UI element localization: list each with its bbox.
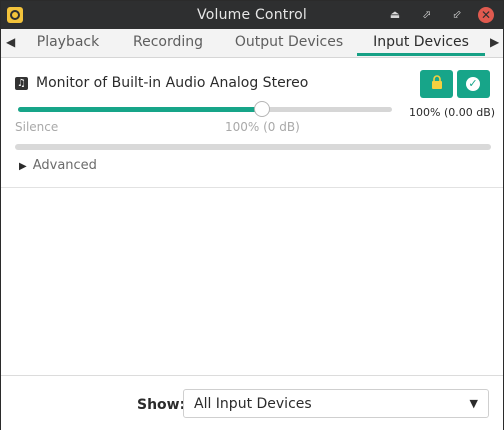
show-filter-select[interactable]: All Input Devices ▼	[183, 389, 489, 418]
advanced-expander[interactable]: ▶ Advanced	[19, 158, 97, 173]
device-separator	[1, 187, 503, 188]
volume-control-window: Volume Control ⏏ ⬀ ⬃ ✕ ◀ Playback Record…	[0, 0, 504, 430]
minimize-button[interactable]: ⬃	[449, 7, 465, 23]
device-name: Monitor of Built-in Audio Analog Stereo	[36, 75, 309, 91]
set-default-button[interactable]: ✓	[457, 70, 490, 98]
lock-icon	[431, 75, 442, 89]
expander-triangle-icon: ▶	[19, 161, 27, 172]
scale-mid-label: 100% (0 dB)	[225, 120, 300, 134]
check-icon: ✓	[466, 77, 480, 91]
music-note-icon: ♫	[15, 77, 28, 90]
tab-recording[interactable]: Recording	[125, 34, 211, 56]
show-filter-value: All Input Devices	[194, 396, 312, 412]
tab-input-devices[interactable]: Input Devices	[357, 34, 485, 56]
tab-output-devices[interactable]: Output Devices	[231, 34, 347, 56]
tab-playback[interactable]: Playback	[27, 34, 109, 56]
title-bar: Volume Control ⏏ ⬀ ⬃ ✕	[1, 1, 503, 29]
tab-scroll-right-icon[interactable]: ▶	[490, 35, 499, 49]
device-row: ♫ Monitor of Built-in Audio Analog Stere…	[15, 70, 495, 98]
volume-slider-fill	[18, 107, 262, 112]
chevron-down-icon: ▼	[469, 397, 478, 410]
mute-toggle-button[interactable]	[420, 70, 453, 98]
show-label: Show:	[137, 397, 186, 413]
volume-readout: 100% (0.00 dB)	[409, 106, 496, 119]
advanced-label: Advanced	[32, 158, 97, 173]
peak-level-meter	[15, 144, 491, 150]
tab-scroll-left-icon[interactable]: ◀	[6, 35, 15, 49]
keep-above-button[interactable]: ⏏	[387, 7, 403, 23]
tab-bar: ◀ Playback Recording Output Devices Inpu…	[1, 29, 503, 58]
maximize-button[interactable]: ⬀	[419, 7, 435, 23]
volume-slider[interactable]	[18, 101, 392, 117]
bottom-bar: Show: All Input Devices ▼	[1, 375, 503, 430]
close-button[interactable]: ✕	[478, 7, 494, 23]
volume-slider-thumb[interactable]	[254, 101, 271, 117]
scale-min-label: Silence	[15, 120, 59, 134]
